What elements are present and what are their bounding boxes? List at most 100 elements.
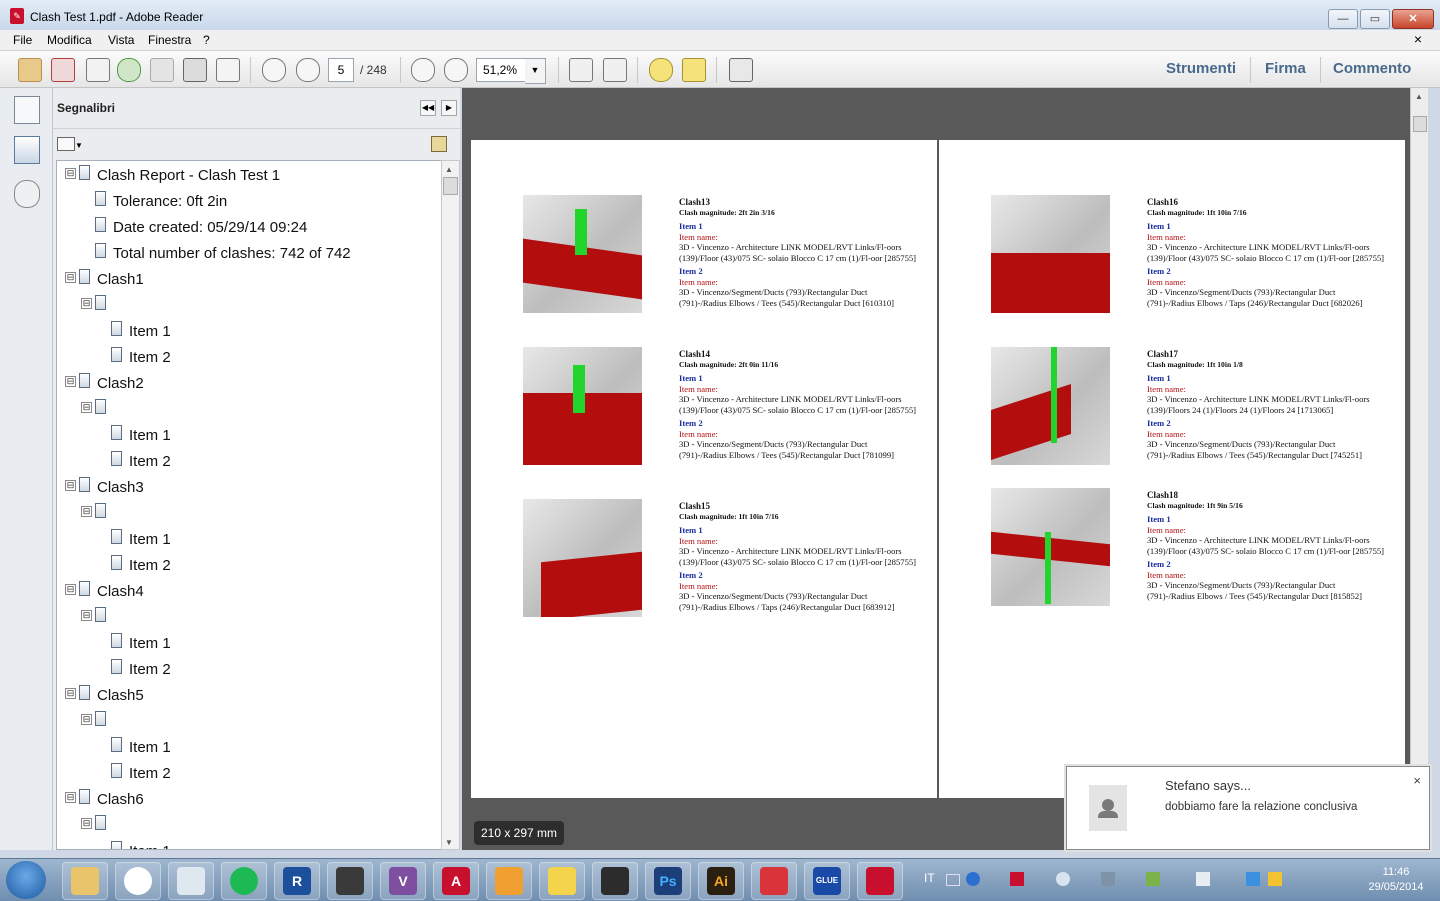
sticky-note-icon[interactable] [649,58,673,82]
expand-collapse-icon[interactable]: ⊟ [81,298,92,309]
bookmark-item[interactable]: Item 2 [57,345,441,371]
create-pdf-icon[interactable] [18,58,42,82]
comment-link[interactable]: Commento [1333,60,1411,77]
zoom-dropdown-chevron-icon[interactable]: ▼ [525,58,546,84]
clock[interactable]: 11:46 29/05/2014 [1360,865,1432,895]
maximize-button[interactable]: ▭ [1360,9,1390,29]
bookmark-item[interactable]: Item 2 [57,449,441,475]
taskbar-app-cad-app[interactable] [486,862,532,900]
bookmark-item[interactable]: Total number of clashes: 742 of 742 [57,241,441,267]
email-icon[interactable] [216,58,240,82]
taskbar-app-explorer[interactable] [62,862,108,900]
expand-collapse-icon[interactable]: ⊟ [65,376,76,387]
fit-page-icon[interactable] [569,58,593,82]
bookmark-item[interactable]: Item 2 [57,761,441,787]
zoom-level-input[interactable]: 51,2% [476,58,532,82]
expand-collapse-icon[interactable]: ⊟ [81,714,92,725]
taskbar-app-illustrator[interactable]: Ai [698,862,744,900]
taskbar-app-glue[interactable]: GLUE [804,862,850,900]
page-thumbnails-icon[interactable] [14,96,40,124]
bookmark-item[interactable]: Item 1 [57,527,441,553]
taskbar-app-inventor[interactable] [592,862,638,900]
bookmark-item[interactable]: ⊟ [57,501,441,527]
bookmark-item[interactable]: ⊟ [57,397,441,423]
collapse-panel-icon[interactable]: ◀◀ [420,100,436,116]
menu-help[interactable]: ? [203,33,210,47]
bookmark-item[interactable]: Item 1 [57,839,441,849]
next-page-icon[interactable] [296,58,320,82]
close-document-icon[interactable]: × [1414,31,1422,47]
menu-file[interactable]: File [13,33,32,47]
upload-icon[interactable] [117,58,141,82]
edit-pdf-icon[interactable] [86,58,110,82]
print-icon[interactable] [183,58,207,82]
bookmark-item[interactable]: ⊟ [57,605,441,631]
taskbar-app-tool[interactable] [751,862,797,900]
close-icon[interactable]: × [1413,773,1421,788]
bookmark-item[interactable]: Item 1 [57,631,441,657]
taskbar-app-sketchup[interactable] [539,862,585,900]
taskbar-app-chrome[interactable] [115,862,161,900]
system-tray-icons[interactable] [946,872,1346,888]
document-viewer[interactable]: Clash13 Clash magnitude: 2ft 2in 3/16 Item… [462,88,1410,850]
expand-collapse-icon[interactable]: ⊟ [81,506,92,517]
close-window-button[interactable]: ✕ [1392,9,1434,29]
taskbar-app-revit[interactable]: R [274,862,320,900]
bookmark-item[interactable]: ⊟ Clash6 [57,787,441,813]
chevron-down-icon[interactable]: ▼ [75,141,83,150]
scroll-thumb[interactable] [443,177,458,195]
bookmark-item[interactable]: Item 2 [57,657,441,683]
panel-options-icon[interactable]: ▶ [441,100,457,116]
taskbar-app-navisworks[interactable] [327,862,373,900]
minimize-button[interactable]: — [1328,9,1358,29]
expand-collapse-icon[interactable]: ⊟ [65,584,76,595]
previous-page-icon[interactable] [262,58,286,82]
bookmark-scrollbar[interactable]: ▲ ▼ [441,160,460,850]
bookmark-item[interactable]: ⊟ Clash2 [57,371,441,397]
language-indicator[interactable]: IT [924,871,935,885]
sign-link[interactable]: Firma [1265,60,1306,77]
expand-collapse-icon[interactable]: ⊟ [81,610,92,621]
bookmark-item[interactable]: Item 1 [57,319,441,345]
viewer-scrollbar[interactable]: ▲ [1410,88,1428,850]
menu-vista[interactable]: Vista [108,33,134,47]
bookmark-item[interactable]: ⊟ Clash Report - Clash Test 1 [57,163,441,189]
expand-collapse-icon[interactable]: ⊟ [65,168,76,179]
chat-notification[interactable]: Stefano says... dobbiamo fare la relazio… [1066,766,1430,850]
bookmark-item[interactable]: Item 1 [57,423,441,449]
bookmark-item[interactable]: ⊟ Clash1 [57,267,441,293]
bookmark-item[interactable]: Item 1 [57,735,441,761]
taskbar-app-calculator[interactable] [168,862,214,900]
full-screen-icon[interactable] [729,58,753,82]
highlight-text-icon[interactable] [682,58,706,82]
bookmark-item[interactable]: ⊟ [57,293,441,319]
expand-collapse-icon[interactable]: ⊟ [81,402,92,413]
attachments-icon[interactable] [14,180,40,208]
new-bookmark-icon[interactable] [431,136,447,152]
expand-collapse-icon[interactable]: ⊟ [81,818,92,829]
taskbar-app-autocad[interactable]: A [433,862,479,900]
bookmark-options-icon[interactable] [57,137,75,151]
taskbar-app-photoshop[interactable]: Ps [645,862,691,900]
zoom-in-icon[interactable] [444,58,468,82]
menu-finestra[interactable]: Finestra [148,33,191,47]
menu-modifica[interactable]: Modifica [47,33,92,47]
bookmark-item[interactable]: ⊟ [57,813,441,839]
fit-width-icon[interactable] [603,58,627,82]
bookmark-item[interactable]: ⊟ Clash3 [57,475,441,501]
expand-collapse-icon[interactable]: ⊟ [65,688,76,699]
expand-collapse-icon[interactable]: ⊟ [65,480,76,491]
combine-files-icon[interactable] [51,58,75,82]
expand-collapse-icon[interactable]: ⊟ [65,272,76,283]
taskbar-app-spotify[interactable] [221,862,267,900]
bookmark-item[interactable]: Date created: 05/29/14 09:24 [57,215,441,241]
taskbar-app-acrobat-reader[interactable] [857,862,903,900]
tools-link[interactable]: Strumenti [1166,60,1236,77]
page-number-input[interactable]: 5 [328,58,354,82]
scroll-thumb[interactable] [1413,116,1427,132]
bookmark-item[interactable]: Item 2 [57,553,441,579]
save-icon[interactable] [150,58,174,82]
bookmark-item[interactable]: ⊟ Clash4 [57,579,441,605]
expand-collapse-icon[interactable]: ⊟ [65,792,76,803]
zoom-out-icon[interactable] [411,58,435,82]
